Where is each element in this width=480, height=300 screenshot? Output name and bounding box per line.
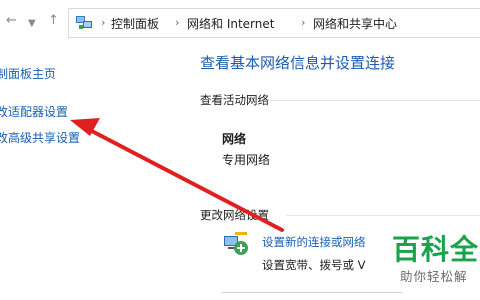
up-arrow-icon[interactable]: ↑ — [48, 12, 59, 30]
address-row: ← ▼ ↑ › 控制面板 › 网络和 Internet › 网络和共享中心 — [0, 0, 480, 44]
change-adapter-settings-link[interactable]: 改适配器设置 — [0, 104, 68, 120]
section-divider — [286, 215, 480, 216]
breadcrumb-separator-icon: › — [301, 16, 306, 29]
network-name: 网络 — [222, 132, 247, 146]
left-pane: 制面板主页 改适配器设置 改高级共享设置 — [0, 44, 190, 300]
page-title: 查看基本网络信息并设置连接 — [200, 54, 396, 72]
control-panel-home-link[interactable]: 制面板主页 — [0, 66, 56, 82]
watermark-title: 百科全 — [392, 233, 480, 266]
address-bar[interactable]: › 控制面板 › 网络和 Internet › 网络和共享中心 — [68, 8, 480, 38]
setup-new-connection-link[interactable]: 设置新的连接或网络 — [262, 234, 366, 250]
breadcrumb-separator-icon: › — [175, 16, 180, 29]
breadcrumb-network-internet[interactable]: 网络和 Internet — [187, 16, 274, 32]
network-setup-icon — [224, 232, 248, 255]
active-networks-header: 查看活动网络 — [200, 93, 269, 107]
control-panel-icon — [76, 16, 92, 29]
watermark-subtitle: 助你轻松解 — [400, 269, 468, 284]
network-type: 专用网络 — [222, 153, 271, 167]
breadcrumb-network-sharing-center[interactable]: 网络和共享中心 — [313, 16, 397, 32]
change-advanced-sharing-link[interactable]: 改高级共享设置 — [0, 130, 80, 146]
setup-new-connection-desc: 设置宽带、拨号或 V — [262, 258, 366, 272]
breadcrumb-control-panel[interactable]: 控制面板 — [111, 16, 159, 32]
breadcrumb-separator-icon: › — [101, 16, 106, 29]
watermark: 百科全 助你轻松解 — [392, 228, 480, 300]
back-arrow-icon[interactable]: ← — [6, 12, 17, 30]
bottom-divider — [222, 292, 402, 293]
section-divider — [268, 100, 480, 101]
change-settings-header: 更改网络设置 — [200, 208, 269, 222]
recent-dropdown-icon[interactable]: ▼ — [28, 15, 36, 33]
